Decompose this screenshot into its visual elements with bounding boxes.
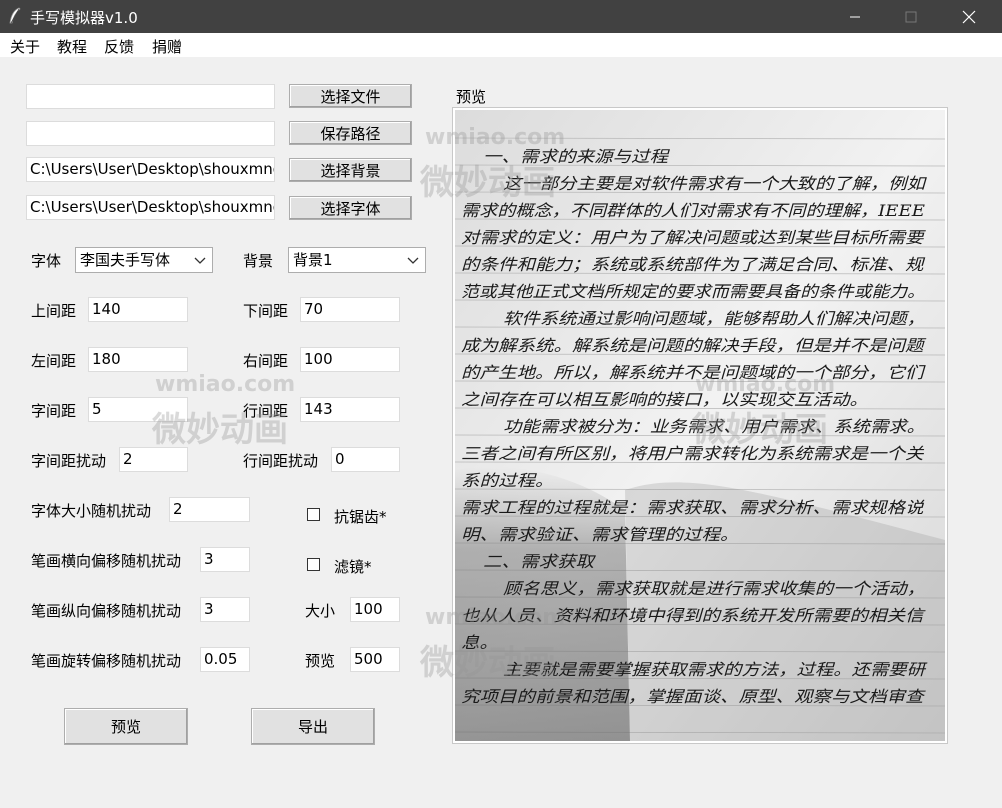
char-spacing-label: 字间距 [31, 402, 77, 420]
chevron-down-icon [194, 257, 206, 264]
menu-bar: 关于 教程 反馈 捐赠 [0, 33, 1002, 57]
stroke-v-offset-input[interactable]: 3 [200, 597, 250, 622]
char-spacing-jitter-label: 字间距扰动 [31, 452, 107, 470]
handwritten-line: 之间存在可以相互影响的接口，以实现交互活动。 [461, 390, 868, 409]
stroke-rotation-input[interactable]: 0.05 [200, 647, 250, 672]
preview-button[interactable]: 预览 [64, 708, 188, 745]
font-path-input[interactable]: C:\Users\User\Desktop\shouxmnq [26, 195, 275, 220]
line-spacing-label: 行间距 [243, 402, 289, 420]
handwritten-line: 功能需求被分为：业务需求、用户需求、系统需求。 [503, 417, 925, 436]
preview-size-input[interactable]: 500 [350, 647, 400, 672]
watermark-url: wmiao.com [155, 372, 296, 397]
handwritten-line: 系的过程。 [461, 471, 554, 490]
save-path-input[interactable] [26, 121, 275, 146]
antialias-checkbox[interactable] [307, 508, 320, 521]
feather-pen-icon [9, 7, 21, 24]
preview-size-label: 预览 [305, 652, 336, 670]
size-label: 大小 [305, 602, 336, 620]
export-button[interactable]: 导出 [251, 708, 375, 745]
line-spacing-input[interactable]: 143 [300, 397, 400, 422]
handwritten-line: 对需求的定义：用户为了解决问题或达到某些目标所需要 [461, 228, 927, 247]
handwritten-line: 二、需求获取 [483, 552, 596, 571]
background-path-input[interactable]: C:\Users\User\Desktop\shouxmnq [26, 157, 275, 182]
handwritten-line: 息。 [461, 633, 498, 652]
bottom-margin-label: 下间距 [243, 302, 289, 320]
handwriting-preview-image: 一、需求的来源与过程这一部分主要是对软件需求有一个大致的了解，例如需求的概念，不… [455, 110, 945, 741]
handwritten-line: 主要就是需要掌握获取需求的方法，过程。还需要研 [503, 660, 928, 679]
select-background-button[interactable]: 选择背景 [289, 158, 412, 182]
antialias-label: 抗锯齿* [334, 508, 387, 526]
char-spacing-input[interactable]: 5 [88, 397, 188, 422]
line-spacing-jitter-input[interactable]: 0 [331, 447, 400, 472]
size-input[interactable]: 100 [350, 597, 400, 622]
close-icon [962, 10, 976, 23]
close-button[interactable] [946, 0, 992, 33]
source-file-input[interactable] [26, 84, 275, 109]
handwritten-line: 一、需求的来源与过程 [483, 147, 670, 166]
menu-about[interactable]: 关于 [10, 36, 40, 57]
bottom-margin-input[interactable]: 70 [300, 297, 400, 322]
stroke-h-offset-input[interactable]: 3 [200, 547, 250, 572]
menu-feedback[interactable]: 反馈 [104, 36, 134, 57]
save-path-button[interactable]: 保存路径 [289, 121, 412, 145]
handwritten-line: 需求的概念，不同群体的人们对需求有不同的理解，IEEE [461, 201, 925, 220]
handwritten-line: 三者之间有所区别，将用户需求转化为系统需求是一个关 [461, 444, 925, 463]
left-margin-label: 左间距 [31, 352, 77, 370]
background-select-value: 背景1 [293, 251, 333, 269]
maximize-icon [905, 11, 917, 22]
right-margin-label: 右间距 [243, 352, 289, 370]
handwritten-line: 的条件和能力；系统或系统部件为了满足合同、标准、规 [461, 255, 926, 274]
background-select[interactable]: 背景1 [288, 247, 426, 273]
left-margin-input[interactable]: 180 [88, 347, 188, 372]
handwritten-line: 顾名思义，需求获取就是进行需求收集的一个活动， [503, 579, 925, 598]
minimize-button[interactable] [832, 0, 878, 33]
title-bar: 手写模拟器v1.0 [0, 0, 1002, 33]
filter-label: 滤镜* [334, 558, 372, 576]
handwritten-line: 需求工程的过程就是：需求获取、需求分析、需求规格说 [461, 498, 925, 517]
handwritten-line: 也从人员、资料和环境中得到的系统开发所需要的相关信 [461, 606, 926, 625]
preview-panel: 一、需求的来源与过程这一部分主要是对软件需求有一个大致的了解，例如需求的概念，不… [452, 107, 948, 744]
handwritten-line: 这一部分主要是对软件需求有一个大致的了解，例如 [503, 174, 927, 193]
menu-donate[interactable]: 捐赠 [152, 36, 182, 57]
handwritten-line: 的产生地。所以，解系统并不是问题域的一个部分，它们 [461, 363, 926, 382]
handwritten-line: 究项目的前景和范围，掌握面谈、原型、观察与文档审查 [461, 687, 926, 706]
handwritten-line: 明、需求验证、需求管理的过程。 [461, 525, 739, 544]
handwritten-line: 软件系统通过影响问题域，能够帮助人们解决问题， [503, 309, 925, 328]
font-size-jitter-label: 字体大小随机扰动 [31, 502, 152, 520]
handwritten-line: 成为解系统。解系统是问题的解决手段，但是并不是问题 [461, 336, 927, 355]
font-size-jitter-input[interactable]: 2 [169, 497, 250, 522]
line-spacing-jitter-label: 行间距扰动 [243, 452, 319, 470]
maximize-button[interactable] [888, 0, 934, 33]
font-select-value: 李国夫手写体 [80, 251, 171, 269]
select-font-button[interactable]: 选择字体 [289, 196, 412, 220]
chevron-down-icon [407, 257, 419, 264]
menu-tutorial[interactable]: 教程 [57, 36, 87, 57]
font-select[interactable]: 李国夫手写体 [75, 247, 213, 273]
stroke-h-offset-label: 笔画横向偏移随机扰动 [31, 552, 182, 570]
handwritten-line: 范或其他正式文档所规定的要求而需要具备的条件或能力。 [461, 282, 925, 301]
window-title: 手写模拟器v1.0 [30, 9, 138, 27]
filter-checkbox[interactable] [307, 558, 320, 571]
stroke-rotation-label: 笔画旋转偏移随机扰动 [31, 652, 182, 670]
preview-title: 预览 [456, 88, 487, 106]
top-margin-input[interactable]: 140 [88, 297, 188, 322]
minimize-icon [850, 16, 860, 17]
background-label: 背景 [243, 252, 274, 270]
select-file-button[interactable]: 选择文件 [289, 84, 412, 108]
char-spacing-jitter-input[interactable]: 2 [119, 447, 188, 472]
right-margin-input[interactable]: 100 [300, 347, 400, 372]
top-margin-label: 上间距 [31, 302, 77, 320]
font-label: 字体 [31, 252, 62, 270]
stroke-v-offset-label: 笔画纵向偏移随机扰动 [31, 602, 182, 620]
